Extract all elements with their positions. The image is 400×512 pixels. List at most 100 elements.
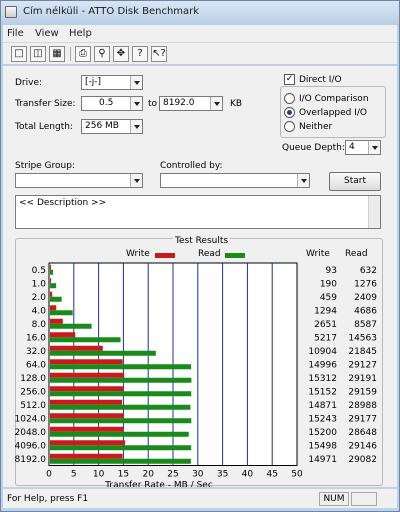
x-tick-label: 5 (71, 470, 77, 480)
read-bar (50, 431, 189, 437)
help-icon[interactable]: ? (132, 46, 148, 62)
read-value: 29159 (348, 387, 377, 397)
read-value: 29082 (348, 455, 377, 465)
read-value: 29146 (348, 441, 377, 451)
y-tick-label: 256.0 (20, 387, 46, 397)
y-tick-label: 8.0 (32, 320, 47, 330)
x-tick-label: 20 (142, 470, 154, 480)
y-tick-label: 64.0 (26, 360, 46, 370)
write-value: 14971 (308, 455, 337, 465)
read-value: 29177 (348, 414, 377, 424)
y-tick-label: 32.0 (26, 347, 46, 357)
read-bar (50, 418, 192, 424)
write-bar (50, 440, 126, 446)
read-bar (50, 269, 54, 275)
x-tick-label: 25 (167, 470, 178, 480)
write-bar (50, 264, 51, 270)
write-value: 5217 (314, 333, 337, 343)
write-value: 10904 (308, 347, 337, 357)
write-value: 15243 (308, 414, 337, 424)
new-icon[interactable]: □ (11, 46, 27, 62)
toolbar-separator (70, 47, 71, 61)
print-icon[interactable]: ⎙ (75, 46, 91, 62)
read-bar (50, 364, 192, 370)
read-bar (50, 377, 192, 383)
read-bar (50, 404, 191, 410)
read-bar (50, 350, 156, 356)
x-tick-label: 40 (242, 470, 254, 480)
write-bar (50, 318, 63, 324)
toolbar: □ ◫ ▦ ⎙ ⚲ ✥ ? ↖? (3, 43, 397, 65)
print-preview-icon[interactable]: ⚲ (94, 46, 110, 62)
write-bar (50, 345, 103, 351)
y-tick-label: 1024.0 (15, 414, 47, 424)
y-tick-label: 2.0 (32, 293, 47, 303)
read-bar (50, 391, 192, 397)
write-bar (50, 413, 124, 419)
main-panel: Drive: [-j-] Transfer Size: 0.5 to 8192.… (3, 66, 397, 487)
move-icon[interactable]: ✥ (113, 46, 129, 62)
title-bar[interactable]: Cím nélküli - ATTO Disk Benchmark (1, 1, 399, 25)
x-tick-label: 15 (118, 470, 129, 480)
read-bar (50, 337, 121, 343)
read-bar (50, 323, 92, 329)
x-tick-label: 10 (93, 470, 105, 480)
y-tick-label: 8192.0 (15, 455, 47, 465)
write-bar (50, 278, 51, 284)
y-tick-label: 2048.0 (15, 428, 47, 438)
read-value: 29191 (348, 374, 377, 384)
write-value: 15498 (308, 441, 337, 451)
x-axis-title: Transfer Rate - MB / Sec (104, 481, 213, 488)
x-tick-label: 0 (46, 470, 52, 480)
read-bar (50, 296, 62, 302)
read-value: 632 (360, 266, 377, 276)
write-value: 15200 (308, 428, 337, 438)
write-bar (50, 453, 123, 459)
write-bar (50, 332, 76, 338)
write-value: 15152 (308, 387, 337, 397)
window-title: Cím nélküli - ATTO Disk Benchmark (23, 6, 200, 17)
write-value: 93 (326, 266, 337, 276)
menu-view[interactable]: View (35, 28, 59, 39)
write-bar (50, 359, 123, 365)
write-bar (50, 426, 124, 432)
y-tick-label: 128.0 (20, 374, 46, 384)
write-value: 14871 (308, 401, 337, 411)
save-icon[interactable]: ▦ (49, 46, 65, 62)
read-bar (50, 445, 192, 451)
read-value: 28988 (348, 401, 377, 411)
write-bar (50, 305, 57, 311)
write-value: 2651 (314, 320, 337, 330)
write-bar (50, 291, 53, 297)
x-tick-label: 35 (217, 470, 228, 480)
read-value: 2409 (354, 293, 377, 303)
status-text: For Help, press F1 (7, 494, 89, 504)
read-value: 4686 (354, 306, 377, 316)
status-pane-empty (351, 492, 377, 506)
menu-bar: File View Help (3, 25, 397, 43)
y-tick-label: 0.5 (32, 266, 46, 276)
read-value: 21845 (348, 347, 377, 357)
read-value: 8587 (354, 320, 377, 330)
context-help-icon[interactable]: ↖? (151, 46, 167, 62)
read-bar (50, 458, 191, 464)
write-value: 459 (320, 293, 337, 303)
y-tick-label: 16.0 (26, 333, 46, 343)
benchmark-chart: 0 5 10 15 20 25 30 35 40 45 50 Transfer Rate - MB /… (15, 262, 377, 488)
menu-file[interactable]: File (7, 28, 24, 39)
write-value: 190 (320, 279, 337, 289)
read-bar (50, 310, 73, 316)
menu-help[interactable]: Help (69, 28, 92, 39)
write-bar (50, 372, 125, 378)
open-icon[interactable]: ◫ (30, 46, 46, 62)
y-tick-label: 512.0 (20, 401, 46, 411)
y-tick-label: 4096.0 (15, 441, 47, 451)
status-bar: For Help, press F1 NUM (3, 488, 397, 508)
write-bar (50, 399, 123, 405)
read-bar (50, 283, 57, 289)
read-value: 28648 (348, 428, 377, 438)
num-lock-indicator: NUM (319, 492, 349, 506)
read-value: 29127 (348, 360, 377, 370)
y-tick-label: 4.0 (32, 306, 47, 316)
write-bar (50, 386, 124, 392)
